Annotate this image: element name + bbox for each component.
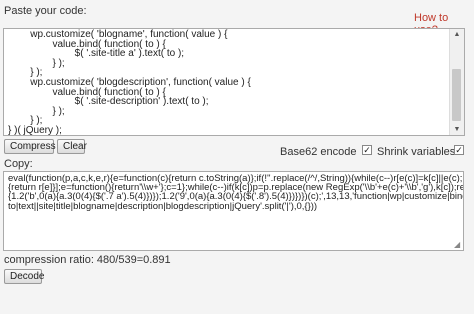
base62-encode-checkbox[interactable]: ✓ bbox=[362, 145, 372, 155]
output-line: to|text||site|title|blogname|description… bbox=[8, 200, 318, 212]
clear-button[interactable]: Clear bbox=[57, 139, 87, 154]
shrink-variables-checkbox[interactable]: ✓ bbox=[454, 145, 464, 155]
code-line: } ); bbox=[8, 57, 65, 69]
scroll-up-icon[interactable]: ▲ bbox=[450, 29, 464, 40]
shrink-variables-label: Shrink variables bbox=[377, 146, 456, 158]
code-output-textarea[interactable]: eval(function(p,a,c,k,e,r){e=function(c)… bbox=[3, 171, 464, 251]
resize-grip-icon[interactable]: ◢ bbox=[454, 241, 462, 249]
code-output-content: eval(function(p,a,c,k,e,r){e=function(c)… bbox=[8, 174, 463, 212]
input-scrollbar[interactable]: ▲ ▼ bbox=[449, 29, 464, 135]
code-input-textarea[interactable]: wp.customize( 'blogname', function( valu… bbox=[3, 28, 465, 136]
scroll-thumb[interactable] bbox=[452, 69, 461, 121]
decode-button[interactable]: Decode bbox=[4, 269, 44, 284]
scroll-down-icon[interactable]: ▼ bbox=[450, 124, 464, 135]
code-input-content: wp.customize( 'blogname', function( valu… bbox=[8, 30, 251, 136]
compress-button[interactable]: Compress bbox=[4, 139, 56, 154]
code-line: } ); bbox=[8, 105, 65, 117]
compression-ratio-text: compression ratio: 480/539=0.891 bbox=[4, 254, 171, 266]
code-line: } )( jQuery ); bbox=[8, 124, 62, 136]
copy-label: Copy: bbox=[4, 158, 33, 170]
base62-encode-label: Base62 encode bbox=[280, 146, 357, 158]
paste-code-label: Paste your code: bbox=[4, 5, 87, 17]
